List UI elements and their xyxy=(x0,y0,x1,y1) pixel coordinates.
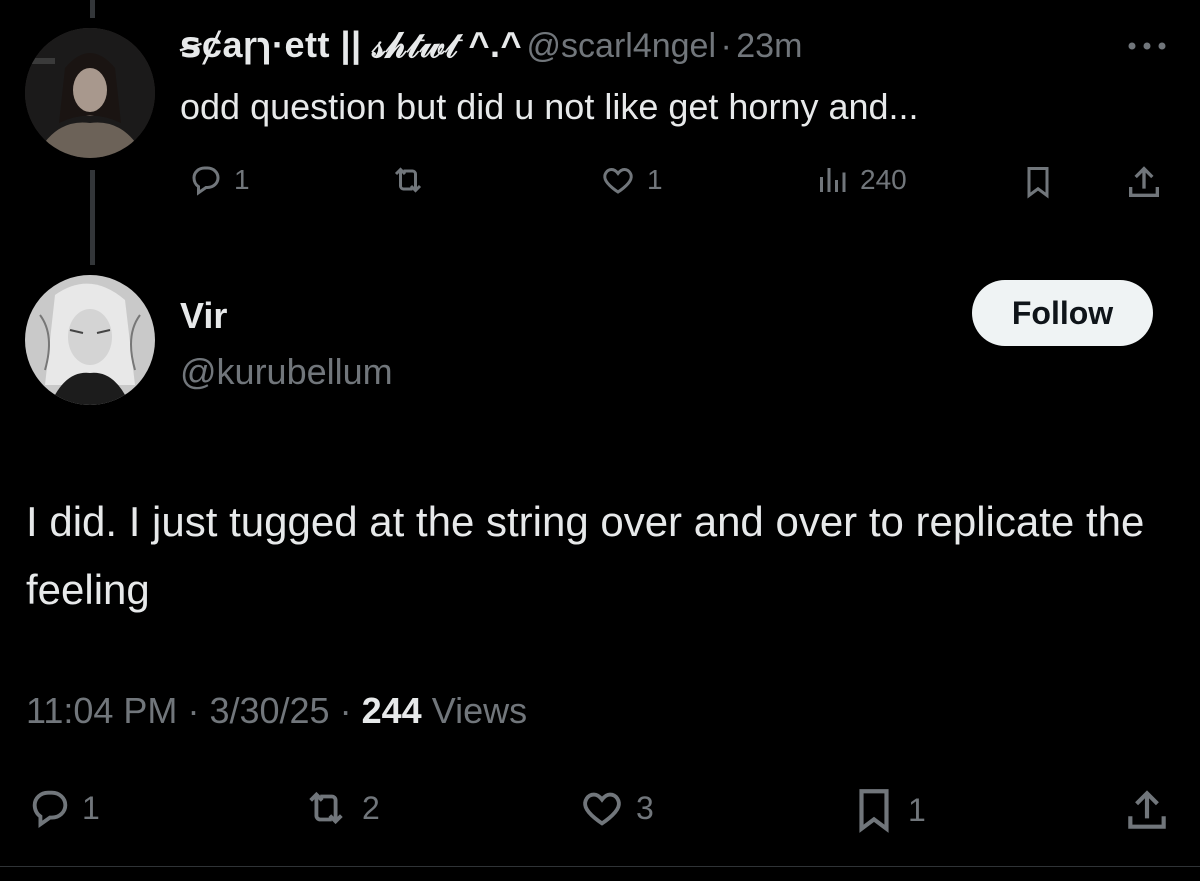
more-options-button[interactable] xyxy=(1125,38,1169,54)
retweet-count: 2 xyxy=(362,789,380,826)
parent-handle[interactable]: @scarl4ngel xyxy=(527,27,717,65)
separator: · xyxy=(187,690,200,731)
share-button[interactable] xyxy=(1122,785,1172,835)
retweet-button[interactable]: 2 xyxy=(298,785,380,831)
retweet-icon xyxy=(394,167,422,193)
more-icon xyxy=(1128,42,1166,50)
like-button[interactable]: 3 xyxy=(576,785,654,831)
parent-bookmark-button[interactable] xyxy=(1020,162,1056,202)
bookmark-count: 1 xyxy=(908,791,926,828)
reply-button[interactable]: 1 xyxy=(26,785,100,831)
parent-tweet-text: odd question but did u not like get horn… xyxy=(180,86,919,127)
tweet-meta: 11:04 PM · 3/30/25 · 244 Views xyxy=(26,690,527,732)
parent-retweet-button[interactable] xyxy=(386,162,430,198)
reply-count: 1 xyxy=(82,789,100,826)
like-icon xyxy=(583,792,621,826)
views-count: 244 xyxy=(361,690,422,731)
parent-header: ꞩȼaɼɿ·ett || 𝓈𝒽𝓉𝓌𝓉 ^.^ @scarl4ngel · 23m xyxy=(180,24,802,67)
thread-line-mid xyxy=(90,170,95,265)
thread-line-top xyxy=(90,0,95,18)
bookmark-icon xyxy=(1027,167,1049,199)
parent-reply-count: 1 xyxy=(234,164,250,195)
share-icon xyxy=(1129,166,1159,197)
like-count: 3 xyxy=(636,789,654,826)
parent-views-button[interactable]: 240 xyxy=(812,162,907,198)
parent-reply-button[interactable]: 1 xyxy=(186,162,250,198)
follow-button[interactable]: Follow xyxy=(972,280,1153,346)
reply-icon xyxy=(32,790,68,828)
tweet-date[interactable]: 3/30/25 xyxy=(209,690,329,731)
like-icon xyxy=(603,167,633,194)
parent-like-count: 1 xyxy=(647,164,663,195)
avatar-vir[interactable] xyxy=(25,275,155,405)
retweet-icon xyxy=(309,791,343,825)
avatar-scarlett[interactable] xyxy=(25,28,155,158)
main-display-name[interactable]: Vir xyxy=(180,295,227,337)
share-icon xyxy=(1128,790,1166,829)
bookmark-button[interactable]: 1 xyxy=(848,785,926,835)
views-label: Views xyxy=(431,690,528,731)
parent-like-button[interactable]: 1 xyxy=(597,162,663,198)
views-icon xyxy=(820,168,846,192)
parent-display-name[interactable]: ꞩȼaɼɿ·ett || 𝓈𝒽𝓉𝓌𝓉 ^.^ xyxy=(180,24,522,65)
separator: · xyxy=(720,27,732,65)
divider xyxy=(0,866,1200,867)
parent-views-count: 240 xyxy=(860,164,907,195)
main-handle[interactable]: @kurubellum xyxy=(180,351,393,393)
main-tweet-text: I did. I just tugged at the string over … xyxy=(26,498,1145,613)
separator: · xyxy=(339,690,352,731)
tweet-time[interactable]: 11:04 PM xyxy=(26,690,177,731)
reply-icon xyxy=(192,166,220,196)
parent-time[interactable]: 23m xyxy=(736,27,802,65)
parent-share-button[interactable] xyxy=(1124,162,1164,202)
bookmark-icon xyxy=(859,789,889,833)
